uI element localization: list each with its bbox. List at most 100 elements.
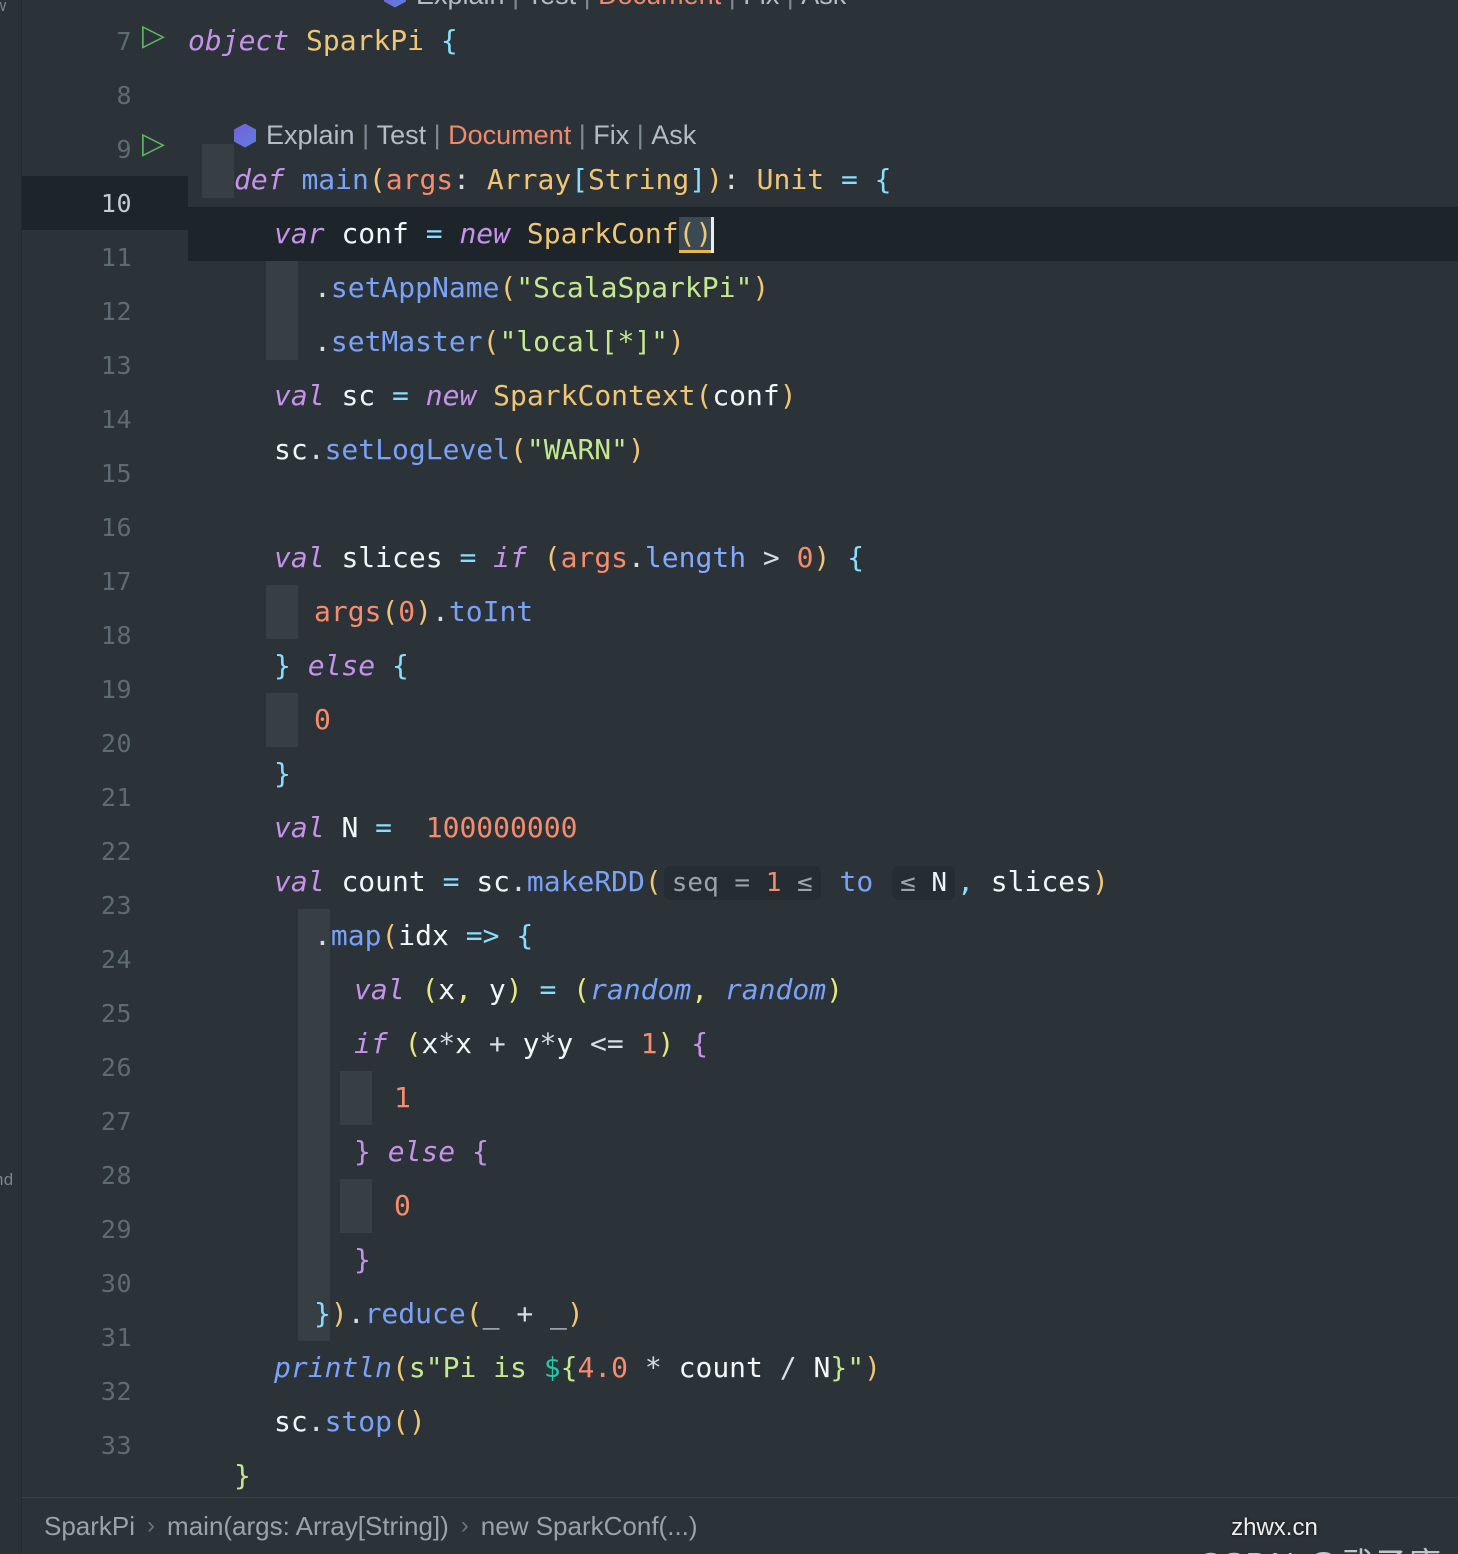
line-number: 29	[100, 1214, 132, 1244]
breadcrumb-item-method[interactable]: main(args: Array[String])	[167, 1511, 449, 1542]
gutter-row[interactable]: 14	[22, 392, 188, 446]
ai-hint-separator: |	[721, 0, 743, 11]
gutter-row[interactable]: 25	[22, 986, 188, 1040]
gutter-row[interactable]: 16	[22, 500, 188, 554]
line-number: 32	[100, 1376, 132, 1406]
editor-gutter[interactable]: 7 8 9 10 11 12 13 14 15 16 17 18 19 20 21 22 23 24 25 26 27 2…	[22, 0, 188, 1554]
gutter-row[interactable]: 11	[22, 230, 188, 284]
gutter-row[interactable]: 19	[22, 662, 188, 716]
gutter-row[interactable]: 23	[22, 878, 188, 932]
ai-hint-explain[interactable]: Explain	[266, 120, 355, 151]
code-line[interactable]: 1	[188, 1071, 1458, 1125]
ai-hexagon-icon	[384, 0, 406, 8]
code-line[interactable]	[188, 68, 1458, 122]
line-number: 21	[100, 782, 132, 812]
gutter-row[interactable]: 12	[22, 284, 188, 338]
ai-hint-explain-clipped[interactable]: Explain	[416, 0, 505, 11]
code-line[interactable]: if (x*x + y*y <= 1) {	[188, 1017, 1458, 1071]
gutter-row[interactable]: 15	[22, 446, 188, 500]
code-line[interactable]: def main(args: Array[String]): Unit = {	[188, 153, 1458, 207]
gutter-row[interactable]: 28	[22, 1148, 188, 1202]
gutter-row[interactable]: 9	[22, 122, 188, 176]
code-line-current[interactable]: var conf = new SparkConf()	[188, 207, 1458, 261]
matched-brace-highlight: ()	[678, 217, 713, 253]
line-number: 16	[100, 512, 132, 542]
gutter-row[interactable]: 20	[22, 716, 188, 770]
ai-hint-separator: |	[576, 0, 598, 11]
gutter-row[interactable]: 17	[22, 554, 188, 608]
code-line[interactable]: val slices = if (args.length > 0) {	[188, 531, 1458, 585]
gutter-row[interactable]: 27	[22, 1094, 188, 1148]
breadcrumb-item-class[interactable]: SparkPi	[44, 1511, 135, 1542]
ai-hint-bar[interactable]: Explain | Test | Document | Fix | Ask	[234, 120, 696, 151]
code-line[interactable]: val N = 100000000	[188, 801, 1458, 855]
ide-editor-window: w nd 78910111213141516171819202122232425…	[0, 0, 1458, 1554]
gutter-row[interactable]: 30	[22, 1256, 188, 1310]
line-number: 33	[100, 1430, 132, 1460]
gutter-row[interactable]: 7	[22, 14, 188, 68]
code-line[interactable]: }	[188, 747, 1458, 801]
run-gutter-icon[interactable]	[142, 21, 165, 54]
ai-hint-ask[interactable]: Ask	[651, 120, 696, 151]
code-line[interactable]: val sc = new SparkContext(conf)	[188, 369, 1458, 423]
tool-window-strip[interactable]: w nd	[0, 0, 22, 1554]
gutter-row[interactable]: 24	[22, 932, 188, 986]
inlay-hint-bound[interactable]: ≤ N	[892, 865, 956, 900]
code-line[interactable]: sc.setLogLevel("WARN")	[188, 423, 1458, 477]
code-line[interactable]: .setAppName("ScalaSparkPi")	[188, 261, 1458, 315]
gutter-row[interactable]: 26	[22, 1040, 188, 1094]
ai-hint-fix-clipped[interactable]: Fix	[743, 0, 779, 11]
line-number: 19	[100, 674, 132, 704]
gutter-row[interactable]: 31	[22, 1310, 188, 1364]
gutter-row[interactable]: 33	[22, 1418, 188, 1472]
ai-hint-test[interactable]: Test	[377, 120, 427, 151]
code-line[interactable]: }	[188, 1449, 1458, 1497]
ai-hint-test-clipped[interactable]: Test	[527, 0, 577, 11]
line-number: 30	[100, 1268, 132, 1298]
tool-strip-label-top[interactable]: w	[0, 0, 7, 16]
run-gutter-icon[interactable]	[142, 129, 165, 162]
code-line[interactable]: .setMaster("local[*]")	[188, 315, 1458, 369]
gutter-row-current[interactable]: 10	[22, 176, 188, 230]
watermark-main: CSDN @武子康	[1198, 1546, 1442, 1554]
code-line[interactable]: args(0).toInt	[188, 585, 1458, 639]
gutter-row[interactable]: 22	[22, 824, 188, 878]
code-line[interactable]: 0	[188, 1179, 1458, 1233]
code-line[interactable]: } else {	[188, 639, 1458, 693]
ai-hint-fix[interactable]: Fix	[593, 120, 629, 151]
code-line[interactable]: val (x, y) = (random, random)	[188, 963, 1458, 1017]
gutter-row[interactable]: 13	[22, 338, 188, 392]
ai-hint-separator: |	[571, 120, 594, 150]
tool-strip-label-bottom[interactable]: nd	[0, 1170, 14, 1190]
breadcrumb-item-expression[interactable]: new SparkConf(...)	[481, 1511, 698, 1542]
gutter-row[interactable]: 21	[22, 770, 188, 824]
line-number: 12	[100, 296, 132, 326]
gutter-row[interactable]: 18	[22, 608, 188, 662]
code-line[interactable]: println(s"Pi is ${4.0 * count / N}")	[188, 1341, 1458, 1395]
watermark-sub: zhwx.cn	[1231, 1514, 1318, 1541]
ai-hint-document[interactable]: Document	[448, 120, 571, 151]
code-editor[interactable]: Explain | Test | Document | Fix | Ask ob…	[188, 0, 1458, 1497]
ai-hint-separator: |	[629, 120, 652, 150]
code-line[interactable]: object SparkPi {	[188, 14, 1458, 68]
gutter-row[interactable]: 8	[22, 68, 188, 122]
code-line[interactable]	[188, 477, 1458, 531]
code-line[interactable]: } else {	[188, 1125, 1458, 1179]
ai-hint-separator: |	[354, 120, 377, 150]
line-number: 31	[100, 1322, 132, 1352]
code-line[interactable]: 0	[188, 693, 1458, 747]
code-line[interactable]: val count = sc.makeRDD(seq = 1 ≤ to ≤ N,…	[188, 855, 1458, 909]
inlay-hint-seq[interactable]: seq = 1 ≤	[663, 865, 821, 900]
ai-hint-separator: |	[426, 120, 449, 150]
line-number: 24	[100, 944, 132, 974]
gutter-row[interactable]: 32	[22, 1364, 188, 1418]
code-line[interactable]: }).reduce(_ + _)	[188, 1287, 1458, 1341]
line-number: 27	[100, 1106, 132, 1136]
code-line[interactable]: .map(idx => {	[188, 909, 1458, 963]
ai-hint-ask-clipped[interactable]: Ask	[801, 0, 846, 11]
line-number: 9	[116, 134, 132, 164]
code-line[interactable]: }	[188, 1233, 1458, 1287]
gutter-row[interactable]: 29	[22, 1202, 188, 1256]
ai-hint-document-clipped[interactable]: Document	[598, 0, 721, 11]
code-line[interactable]: sc.stop()	[188, 1395, 1458, 1449]
